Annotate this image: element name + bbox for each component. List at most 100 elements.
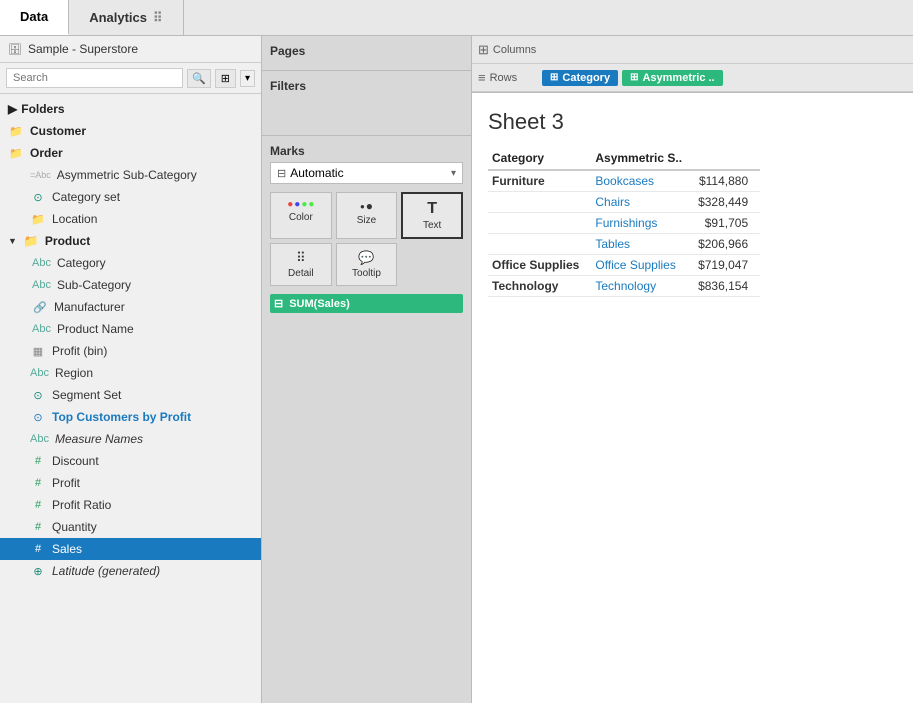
folder-icon-location: 📁 xyxy=(30,213,46,226)
field-location-label: Location xyxy=(52,212,97,226)
field-sub-category[interactable]: Abc Sub-Category xyxy=(0,274,261,296)
field-product-name[interactable]: Abc Product Name xyxy=(0,318,261,340)
field-quantity[interactable]: # Quantity xyxy=(0,516,261,538)
hash-icon-discount: # xyxy=(30,455,46,467)
fields-list: ▶ Folders 📁 Customer 📁 Order =Abc xyxy=(0,94,261,703)
field-measure-names[interactable]: Abc Measure Names xyxy=(0,428,261,450)
abc-icon-category: Abc xyxy=(32,257,51,269)
table-row: Chairs$328,449 xyxy=(488,192,760,213)
abc-icon-region: Abc xyxy=(30,367,49,379)
field-asymmetric[interactable]: =Abc Asymmetric Sub-Category xyxy=(0,164,261,186)
field-customer[interactable]: 📁 Customer xyxy=(0,120,261,142)
rows-pill-asymmetric[interactable]: ⊞ Asymmetric .. xyxy=(622,70,723,86)
tooltip-button-label: Tooltip xyxy=(352,268,381,279)
table-cell-category: Office Supplies xyxy=(488,255,591,276)
field-quantity-label: Quantity xyxy=(52,520,97,534)
datasource-name: Sample - Superstore xyxy=(28,42,138,56)
left-panel-scroll-wrapper: ▶ Folders 📁 Customer 📁 Order =Abc xyxy=(0,94,261,703)
marks-fields-list: ⊟ SUM(Sales) xyxy=(270,294,463,313)
marks-color-button[interactable]: ●●●● Color xyxy=(270,192,332,239)
table-cell-value: $114,880 xyxy=(694,170,760,192)
field-category-set[interactable]: ⊙ Category set xyxy=(0,186,261,208)
detail-dots-icon: ⠿ xyxy=(296,250,306,266)
field-manufacturer[interactable]: 🔗 Manufacturer xyxy=(0,296,261,318)
marks-tooltip-button[interactable]: 💬 Tooltip xyxy=(336,243,398,286)
field-discount[interactable]: # Discount xyxy=(0,450,261,472)
asymmetric-pill-label: Asymmetric .. xyxy=(642,72,714,84)
rows-label: ≡ Rows xyxy=(478,70,538,85)
tab-analytics[interactable]: Analytics ⠿ xyxy=(69,0,183,35)
table-row: Office SuppliesOffice Supplies$719,047 xyxy=(488,255,760,276)
set-icon-category-set: ⊙ xyxy=(30,191,46,204)
marks-title: Marks xyxy=(270,144,463,158)
marks-detail-button[interactable]: ⠿ Detail xyxy=(270,243,332,286)
columns-grid-icon: ⊞ xyxy=(478,42,489,58)
tab-data[interactable]: Data xyxy=(0,0,69,35)
set-icon-top-customers: ⊙ xyxy=(30,411,46,424)
field-location[interactable]: 📁 Location xyxy=(0,208,261,230)
marks-text-button[interactable]: T Text xyxy=(401,192,463,239)
grid-view-button[interactable]: ⊞ xyxy=(215,69,236,88)
columns-label-text: Columns xyxy=(493,44,536,56)
abc-icon-asymmetric: =Abc xyxy=(30,170,51,180)
field-customer-label: Customer xyxy=(30,124,86,138)
columns-shelf: ⊞ Columns xyxy=(472,36,913,64)
field-profit-bin-label: Profit (bin) xyxy=(52,344,107,358)
table-cell-subcategory: Tables xyxy=(591,234,694,255)
abc-icon-productname: Abc xyxy=(32,323,51,335)
field-profit-ratio[interactable]: # Profit Ratio xyxy=(0,494,261,516)
table-cell-value: $719,047 xyxy=(694,255,760,276)
field-product[interactable]: ▼ 📁 Product xyxy=(0,230,261,252)
field-latitude-label: Latitude (generated) xyxy=(52,564,160,578)
geo-icon-latitude: ⊕ xyxy=(30,565,46,578)
table-row: Furnishings$91,705 xyxy=(488,213,760,234)
pages-title: Pages xyxy=(270,44,463,58)
field-segment-set[interactable]: ⊙ Segment Set xyxy=(0,384,261,406)
field-sales[interactable]: # Sales xyxy=(0,538,261,560)
main-layout: 🗄 Sample - Superstore 🔍 ⊞ ▾ ▶ Folders 📁 … xyxy=(0,36,913,703)
color-button-label: Color xyxy=(289,212,313,223)
filter-dropdown-button[interactable]: ▾ xyxy=(240,70,255,87)
tab-analytics-label: Analytics xyxy=(89,10,147,25)
table-cell-subcategory: Furnishings xyxy=(591,213,694,234)
marks-dropdown-label: Automatic xyxy=(290,166,343,180)
rows-shelf: ≡ Rows ⊞ Category ⊞ Asymmetric .. xyxy=(472,64,913,92)
datasource-icon: 🗄 xyxy=(8,43,22,56)
rows-pill-category[interactable]: ⊞ Category xyxy=(542,70,618,86)
folder-icon-customer: 📁 xyxy=(8,125,24,138)
right-panel: ⊞ Columns ≡ Rows ⊞ Category ⊞ Asymmetric… xyxy=(472,36,913,703)
table-cell-category xyxy=(488,234,591,255)
field-region[interactable]: Abc Region xyxy=(0,362,261,384)
field-measure-names-label: Measure Names xyxy=(55,432,143,446)
text-T-icon: T xyxy=(427,200,437,218)
field-latitude[interactable]: ⊕ Latitude (generated) xyxy=(0,560,261,582)
field-top-customers-label: Top Customers by Profit xyxy=(52,410,191,424)
table-cell-value: $206,966 xyxy=(694,234,760,255)
search-bar: 🔍 ⊞ ▾ xyxy=(0,63,261,94)
hash-icon-profit: # xyxy=(30,477,46,489)
top-tab-bar: Data Analytics ⠿ xyxy=(0,0,913,36)
marks-size-button[interactable]: ●● Size xyxy=(336,192,398,239)
pages-section: Pages xyxy=(262,36,471,71)
marks-auto-icon: ⊟ xyxy=(277,167,286,180)
sum-sales-pill[interactable]: ⊟ SUM(Sales) xyxy=(270,294,463,313)
field-order[interactable]: 📁 Order xyxy=(0,142,261,164)
hash-icon-profit-ratio: # xyxy=(30,499,46,511)
asymmetric-pill-icon: ⊞ xyxy=(630,72,638,83)
field-profit-label: Profit xyxy=(52,476,80,490)
search-button[interactable]: 🔍 xyxy=(187,69,211,88)
field-category[interactable]: Abc Category xyxy=(0,252,261,274)
field-profit[interactable]: # Profit xyxy=(0,472,261,494)
text-button-label: Text xyxy=(423,220,441,231)
tooltip-bubble-icon: 💬 xyxy=(358,250,374,266)
field-profit-bin[interactable]: ▦ Profit (bin) xyxy=(0,340,261,362)
table-row: FurnitureBookcases$114,880 xyxy=(488,170,760,192)
size-circles-icon: ●● xyxy=(360,199,373,213)
col-header-category: Category xyxy=(488,147,591,170)
field-sales-label: Sales xyxy=(52,542,82,556)
field-top-customers[interactable]: ⊙ Top Customers by Profit xyxy=(0,406,261,428)
canvas: Sheet 3 Category Asymmetric S.. Furnitur… xyxy=(472,93,913,703)
search-input[interactable] xyxy=(6,68,183,88)
marks-type-dropdown[interactable]: ⊟ Automatic ▾ xyxy=(270,162,463,184)
middle-panel: Pages Filters Marks ⊟ Automatic ▾ xyxy=(262,36,472,703)
